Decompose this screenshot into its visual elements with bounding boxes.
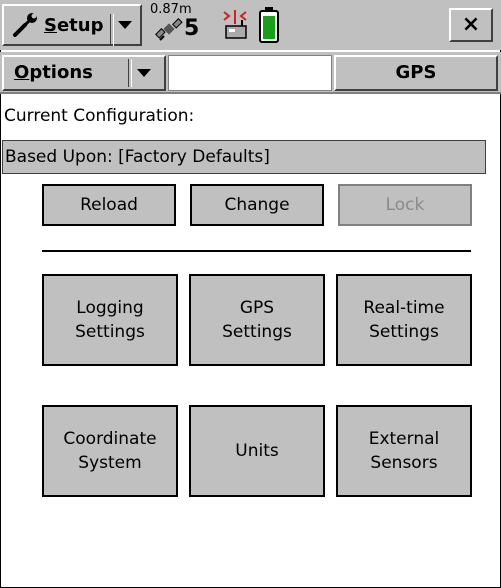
external-sensors-label: External Sensors (368, 429, 440, 473)
lock-button: Lock (338, 184, 472, 226)
gps-settings-label: GPS Settings (222, 298, 292, 342)
gps-settings-button[interactable]: GPS Settings (189, 274, 325, 366)
gps-button[interactable]: GPS (334, 55, 498, 91)
units-label: Units (235, 441, 279, 461)
setup-menu-button[interactable]: Setup (2, 4, 142, 46)
logging-settings-label: Logging Settings (75, 298, 145, 342)
based-upon-field: Based Upon: [Factory Defaults] (2, 140, 486, 174)
chevron-down-icon[interactable] (137, 69, 151, 77)
blank-tab-cell (168, 55, 332, 91)
external-sensors-button[interactable]: External Sensors (336, 405, 472, 497)
realtime-settings-button[interactable]: Real-time Settings (336, 274, 472, 366)
realtime-receiver-icon (223, 10, 247, 39)
satellite-icon (155, 18, 183, 41)
battery-icon (259, 7, 279, 43)
change-button[interactable]: Change (190, 184, 324, 226)
chevron-down-icon[interactable] (118, 21, 132, 29)
gps-status-area[interactable]: 0.87m 5 (146, 2, 300, 48)
close-icon: × (461, 12, 481, 37)
units-button[interactable]: Units (189, 405, 325, 497)
divider (42, 250, 471, 252)
setup-label: Setup (44, 15, 104, 36)
satellite-count: 5 (184, 16, 200, 41)
close-button[interactable]: × (449, 8, 493, 42)
options-menu-button[interactable]: Options (2, 55, 166, 91)
reload-button[interactable]: Reload (42, 184, 176, 226)
tab-row: Options GPS (0, 52, 501, 94)
coordinate-system-label: Coordinate System (63, 429, 157, 473)
options-label: Options (14, 62, 93, 83)
coordinate-system-button[interactable]: Coordinate System (42, 405, 178, 497)
current-configuration-label: Current Configuration: (4, 106, 195, 126)
logging-settings-button[interactable]: Logging Settings (42, 274, 178, 366)
top-toolbar: Setup 0.87m 5 × (0, 0, 501, 50)
separator (110, 14, 114, 46)
gps-label: GPS (395, 62, 437, 83)
separator (128, 59, 132, 87)
wrench-icon (13, 13, 37, 37)
realtime-settings-label: Real-time Settings (363, 298, 445, 342)
